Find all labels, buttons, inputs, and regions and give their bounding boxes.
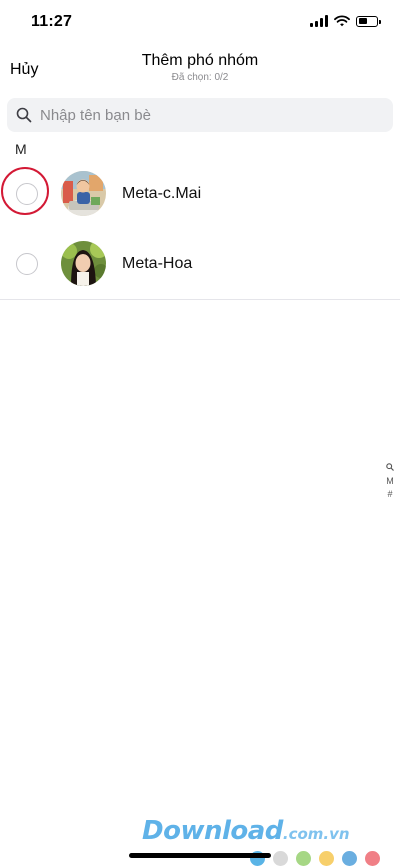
index-letter[interactable]: # [387, 488, 392, 501]
watermark-logo: Download.com.vn [142, 816, 350, 846]
avatar [61, 241, 106, 286]
section-header: M [15, 141, 27, 157]
search-icon [16, 107, 32, 123]
select-radio[interactable] [16, 253, 38, 275]
watermark-sub: .com.vn [282, 825, 350, 843]
contact-name: Meta-c.Mai [122, 185, 202, 202]
battery-icon [356, 15, 381, 27]
selected-count: Đã chọn: 0/2 [171, 72, 229, 83]
status-bar: 11:27 [0, 0, 400, 46]
watermark-dot [342, 851, 357, 866]
search-bar[interactable] [7, 98, 393, 132]
watermark-dot [319, 851, 334, 866]
index-letter[interactable]: M [386, 475, 394, 488]
status-time: 11:27 [31, 13, 73, 30]
home-indicator [129, 853, 271, 858]
contact-name: Meta-Hoa [122, 255, 193, 272]
index-search-icon[interactable] [386, 462, 394, 475]
contact-row[interactable]: Meta-Hoa [0, 230, 400, 300]
wifi-icon [334, 15, 350, 27]
search-input[interactable] [40, 106, 360, 124]
divider [0, 299, 400, 300]
alphabet-index[interactable]: M # [385, 462, 395, 501]
battery-level [358, 18, 367, 24]
watermark-dot [273, 851, 288, 866]
status-icons [310, 15, 381, 27]
watermark-main: Download [142, 816, 283, 846]
watermark-dot [365, 851, 380, 866]
avatar [61, 171, 106, 216]
select-radio[interactable] [16, 183, 38, 205]
contact-row[interactable]: Meta-c.Mai [0, 160, 400, 230]
cellular-signal-icon [310, 15, 328, 27]
watermark-dot [296, 851, 311, 866]
navigation-header: Hủy Thêm phó nhóm Đã chọn: 0/2 [0, 46, 400, 92]
page-title: Thêm phó nhóm [141, 52, 259, 69]
